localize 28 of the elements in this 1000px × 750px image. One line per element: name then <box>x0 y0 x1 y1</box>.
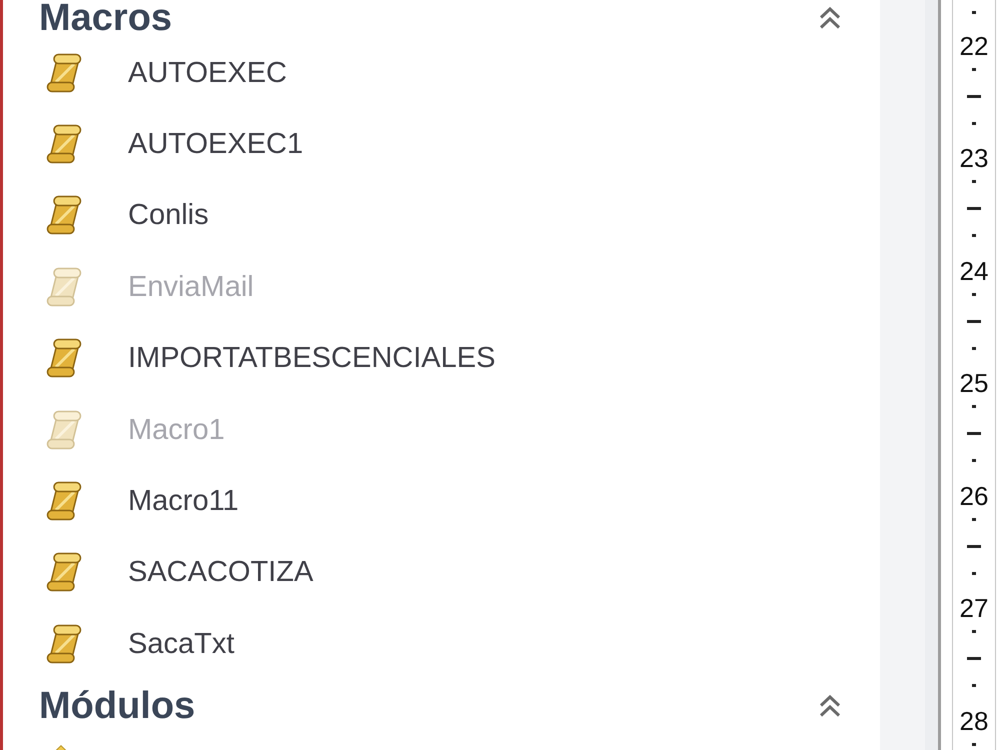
scroll-icon <box>46 266 82 307</box>
ruler-number: 22 <box>960 36 988 56</box>
ruler-number: 23 <box>960 148 988 168</box>
macro-list-item[interactable]: SacaTxt <box>46 624 234 664</box>
macro-list-item[interactable]: AUTOEXEC <box>46 52 288 93</box>
scroll-icon <box>46 195 82 236</box>
double-chevron-icon[interactable] <box>819 694 841 718</box>
scroll-icon <box>46 338 82 378</box>
ruler-number: 26 <box>960 486 988 506</box>
macro-list-item[interactable]: IMPORTATBESCENCIALES <box>46 338 496 378</box>
scroll-icon <box>46 52 82 93</box>
scroll-icon <box>46 410 82 450</box>
macro-list-item[interactable]: SACACOTIZA <box>46 552 314 592</box>
ruler-number: 27 <box>960 598 988 618</box>
scroll-icon <box>46 481 82 522</box>
macro-list-item[interactable]: AUTOEXEC1 <box>46 124 304 164</box>
macro-list-item[interactable]: Conlis <box>46 195 209 236</box>
section-title: Módulos <box>39 688 196 724</box>
scroll-icon <box>46 552 82 592</box>
section-title: Macros <box>39 0 172 36</box>
macro-list-item[interactable]: Macro11 <box>46 481 239 522</box>
ruler-number: 24 <box>960 260 988 280</box>
ruler-number: 25 <box>960 373 988 393</box>
scroll-icon <box>46 624 82 664</box>
double-chevron-icon[interactable] <box>819 6 841 30</box>
scroll-icon <box>46 124 82 164</box>
module-icon <box>55 744 67 750</box>
ruler-number: 28 <box>960 710 988 730</box>
